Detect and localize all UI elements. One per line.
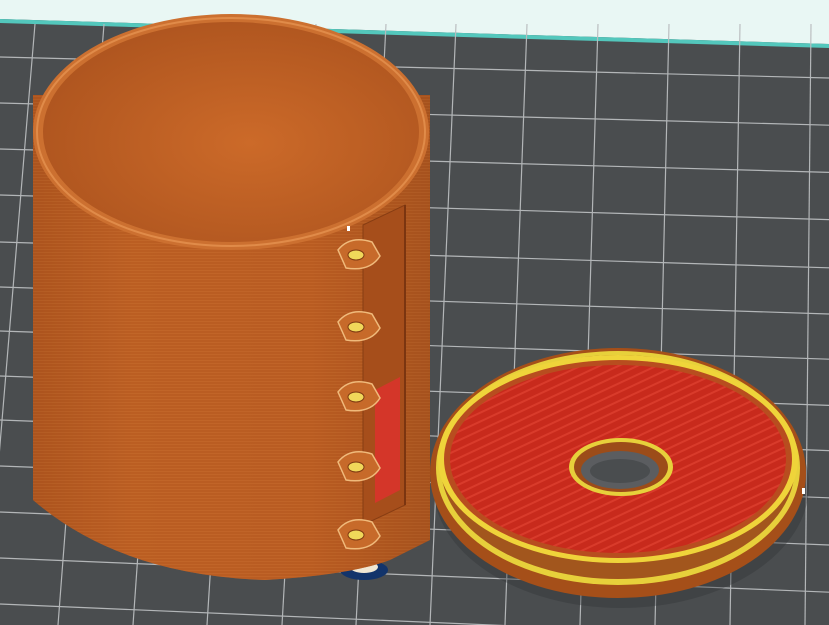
cup-rim-inner [43,22,419,242]
slicer-3d-viewport[interactable] [0,0,829,625]
lid-seam-marker [802,488,805,494]
lid-center-hole-shadow [590,459,650,483]
build-plate-scene[interactable] [0,0,829,625]
cup-seam-marker [347,226,350,231]
